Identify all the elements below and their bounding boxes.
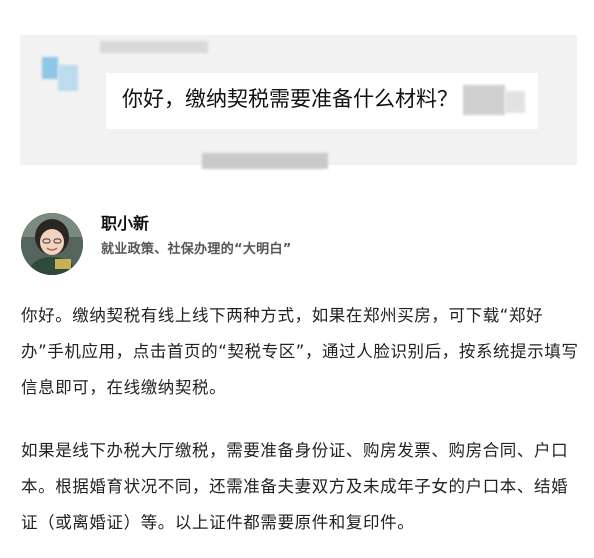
expert-avatar — [21, 213, 83, 275]
blurred-emoji-shadow — [505, 91, 525, 113]
blurred-meta — [202, 153, 328, 169]
expert-name: 职小新 — [101, 214, 150, 233]
blurred-avatar-shadow — [58, 65, 78, 91]
blurred-username — [100, 41, 208, 53]
expert-title: 就业政策、社保办理的“大明白” — [101, 242, 292, 257]
question-card: 你好，缴纳契税需要准备什么材料？ — [20, 35, 577, 169]
question-bubble: 你好，缴纳契税需要准备什么材料？ — [106, 73, 538, 169]
answer-paragraph: 你好。缴纳契税有线上线下两种方式，如果在郑州买房，可下载“郑好办”手机应用，点击… — [21, 306, 579, 397]
question-text: 你好，缴纳契税需要准备什么材料？ — [122, 87, 458, 111]
blurred-avatar — [42, 57, 58, 79]
blurred-emoji — [463, 85, 505, 115]
expert-avatar-image — [21, 213, 83, 275]
answer-paragraph: 如果是线下办税大厅缴税，需要准备身份证、购房发票、购房合同、户口本。根据婚育状况… — [21, 441, 569, 532]
